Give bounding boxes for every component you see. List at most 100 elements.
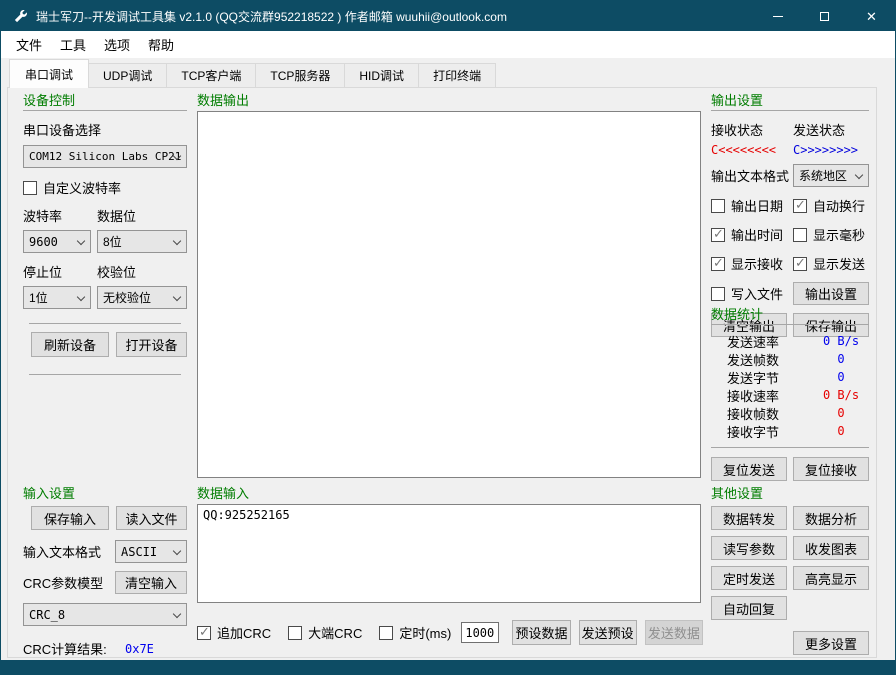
more-settings-button[interactable]: 更多设置 [793,631,869,655]
chevron-down-icon [77,237,85,245]
stat-row-send-rate: 发送速率 0 B/s [711,332,869,350]
close-button[interactable]: ✕ [848,1,895,31]
checkbox-box: ✓ [793,228,807,242]
output-time-label: 输出时间 [731,225,783,244]
auto-wrap-label: 自动换行 [813,196,865,215]
output-date-checkbox[interactable]: ✓ 输出日期 [711,196,793,215]
load-file-button[interactable]: 读入文件 [116,506,187,530]
reset-send-button[interactable]: 复位发送 [711,457,787,481]
data-input-title: 数据输入 [197,483,703,499]
menu-file[interactable]: 文件 [7,31,51,58]
tab-hid-debug[interactable]: HID调试 [344,63,419,88]
stop-bits-select[interactable]: 1位 [23,286,91,309]
baud-rate-value: 9600 [29,235,58,249]
show-send-label: 显示发送 [813,254,865,273]
menu-help[interactable]: 帮助 [139,31,183,58]
close-icon: ✕ [866,10,877,23]
tab-tcp-client[interactable]: TCP客户端 [166,63,256,88]
show-send-checkbox[interactable]: ✓ 显示发送 [793,254,865,273]
send-status-label: 发送状态 [793,120,845,139]
window-title: 瑞士军刀--开发调试工具集 v2.1.0 (QQ交流群952218522 ) 作… [36,8,507,25]
checkbox-box: ✓ [793,257,807,271]
menu-options[interactable]: 选项 [95,31,139,58]
menu-tools[interactable]: 工具 [51,31,95,58]
timed-send-button[interactable]: 定时发送 [711,566,787,590]
output-settings-title: 输出设置 [711,90,869,106]
crc-model-select[interactable]: CRC_8 [23,603,187,626]
send-preset-button[interactable]: 发送预设 [579,620,637,645]
timer-send-checkbox[interactable]: ✓ 定时(ms) [379,623,451,642]
data-output-textarea[interactable] [197,111,701,478]
data-bits-select[interactable]: 8位 [97,230,187,253]
other-settings-title: 其他设置 [711,483,869,499]
data-input-textarea[interactable]: QQ:925252165 [197,504,701,603]
tab-tcp-server[interactable]: TCP服务器 [255,63,345,88]
stat-row-recv-bytes: 接收字节 0 [711,422,869,440]
stat-row-send-bytes: 发送字节 0 [711,368,869,386]
big-endian-crc-checkbox[interactable]: ✓ 大端CRC [288,623,362,642]
wrench-app-icon [13,9,28,24]
checkbox-box: ✓ [288,626,302,640]
tab-serial-debug[interactable]: 串口调试 [9,59,89,88]
device-control-title: 设备控制 [23,90,187,106]
show-ms-label: 显示毫秒 [813,225,865,244]
reset-recv-button[interactable]: 复位接收 [793,457,869,481]
checkbox-box: ✓ [379,626,393,640]
stat-row-recv-rate: 接收速率 0 B/s [711,386,869,404]
read-write-params-button[interactable]: 读写参数 [711,536,787,560]
checkbox-box: ✓ [711,257,725,271]
custom-baud-checkbox[interactable]: ✓ 自定义波特率 [23,178,187,197]
highlight-button[interactable]: 高亮显示 [793,566,869,590]
big-endian-crc-label: 大端CRC [308,623,362,642]
stop-bits-label: 停止位 [23,262,97,281]
output-time-checkbox[interactable]: ✓ 输出时间 [711,225,793,244]
output-settings-panel: 输出设置 接收状态 发送状态 C<<<<<<<< C>>>>>>>> 输出文本格… [711,90,869,337]
chevron-down-icon [173,237,181,245]
minimize-button[interactable] [754,1,801,31]
data-analysis-button[interactable]: 数据分析 [793,506,869,530]
serial-port-label: 串口设备选择 [23,120,187,139]
tab-strip: 串口调试 UDP调试 TCP客户端 TCP服务器 HID调试 打印终端 [9,59,496,88]
tab-print-terminal[interactable]: 打印终端 [418,63,496,88]
chevron-down-icon [173,547,181,555]
output-format-select[interactable]: 系统地区 [793,164,869,187]
input-format-select[interactable]: ASCII [115,540,187,563]
append-crc-checkbox[interactable]: ✓ 追加CRC [197,623,271,642]
send-data-button[interactable]: 发送数据 [645,620,703,645]
input-format-value: ASCII [121,545,157,559]
maximize-button[interactable] [801,1,848,31]
title-bar: 瑞士军刀--开发调试工具集 v2.1.0 (QQ交流群952218522 ) 作… [1,1,895,31]
output-date-label: 输出日期 [731,196,783,215]
baud-rate-select[interactable]: 9600 [23,230,91,253]
checkbox-box: ✓ [711,228,725,242]
preset-data-button[interactable]: 预设数据 [512,620,570,645]
parity-select[interactable]: 无校验位 [97,286,187,309]
data-forward-button[interactable]: 数据转发 [711,506,787,530]
serial-port-value: COM12 Silicon Labs CP21 [29,150,181,163]
write-file-checkbox[interactable]: ✓ 写入文件 [711,284,793,303]
data-bits-label: 数据位 [97,206,136,225]
output-settings-button[interactable]: 输出设置 [793,282,869,305]
open-device-button[interactable]: 打开设备 [116,332,187,357]
clear-input-button[interactable]: 清空输入 [115,571,187,594]
crc-result-label: CRC计算结果: [23,639,125,658]
tab-udp-debug[interactable]: UDP调试 [88,63,167,88]
tx-rx-chart-button[interactable]: 收发图表 [793,536,869,560]
auto-wrap-checkbox[interactable]: ✓ 自动换行 [793,196,865,215]
timer-interval-input[interactable] [461,622,499,643]
refresh-devices-button[interactable]: 刷新设备 [31,332,109,357]
save-input-button[interactable]: 保存输入 [31,506,109,530]
show-ms-checkbox[interactable]: ✓ 显示毫秒 [793,225,865,244]
other-settings-panel: 其他设置 数据转发 数据分析 读写参数 收发图表 定时发送 高亮显示 自动回复 … [711,483,869,655]
recv-status-label: 接收状态 [711,120,793,139]
window-bottom-edge [1,660,895,674]
serial-port-select[interactable]: COM12 Silicon Labs CP21 [23,145,187,168]
checkbox-box: ✓ [23,181,37,195]
show-recv-label: 显示接收 [731,254,783,273]
auto-reply-button[interactable]: 自动回复 [711,596,787,620]
show-recv-checkbox[interactable]: ✓ 显示接收 [711,254,793,273]
chevron-down-icon [173,610,181,618]
send-status-value: C>>>>>>>> [793,143,858,157]
chevron-down-icon [173,293,181,301]
custom-baud-label: 自定义波特率 [43,178,121,197]
